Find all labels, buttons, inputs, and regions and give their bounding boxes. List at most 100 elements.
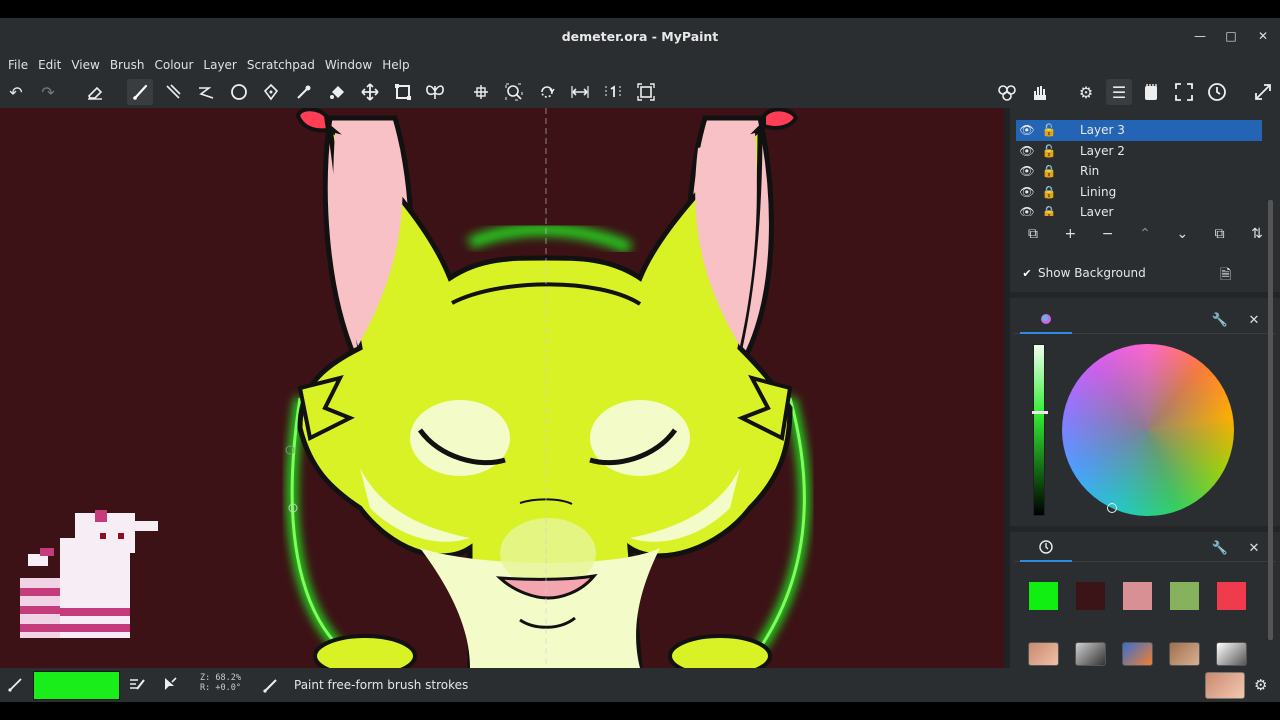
- eraser-mode-icon[interactable]: [82, 79, 108, 105]
- locked-icon[interactable]: 🔒: [1038, 205, 1060, 216]
- menu-layer[interactable]: Layer: [198, 58, 241, 72]
- menu-window[interactable]: Window: [320, 58, 377, 72]
- current-colour-swatch[interactable]: [33, 671, 120, 700]
- side-dock: 👁 🔓 Layer 3 👁 🔓 Layer 2 👁 🔒 Rin 👁 🔒 Lini…: [1010, 108, 1280, 668]
- minimize-button[interactable]: —: [1184, 18, 1216, 54]
- layer-name: Layer 2: [1080, 143, 1125, 158]
- colour-wheel[interactable]: [1062, 344, 1234, 516]
- visibility-eye-icon[interactable]: 👁: [1016, 164, 1038, 178]
- fit-view-icon[interactable]: [633, 79, 659, 105]
- recent-brush-2[interactable]: [1075, 642, 1106, 666]
- panel-scrollbar[interactable]: [1268, 200, 1273, 640]
- close-colour-panel-icon[interactable]: ✕: [1244, 310, 1264, 330]
- pan-view-icon[interactable]: [468, 79, 494, 105]
- menu-help[interactable]: Help: [377, 58, 414, 72]
- brush-settings-icon[interactable]: [994, 79, 1020, 105]
- frame-tool-icon[interactable]: [390, 79, 416, 105]
- colour-picker-icon[interactable]: [291, 79, 317, 105]
- maximize-button[interactable]: □: [1215, 18, 1247, 54]
- fill-tool-icon[interactable]: [324, 79, 350, 105]
- recent-colour-2[interactable]: [1076, 582, 1105, 610]
- recent-colour-4[interactable]: [1170, 582, 1199, 610]
- freehand-brush-icon[interactable]: [127, 79, 153, 105]
- layer-row-lining[interactable]: 👁 🔒 Lining: [1016, 182, 1262, 203]
- lines-tool-icon[interactable]: [160, 79, 186, 105]
- fullscreen-icon[interactable]: [1171, 79, 1197, 105]
- value-slider[interactable]: [1032, 344, 1048, 516]
- move-layer-icon[interactable]: [357, 79, 383, 105]
- unlocked-icon[interactable]: 🔓: [1038, 123, 1060, 137]
- locked-icon[interactable]: 🔒: [1038, 164, 1060, 178]
- recent-brush-1[interactable]: [1028, 642, 1059, 666]
- screen-bottom-strip: [0, 702, 1280, 720]
- layer-row-layer[interactable]: 👁 🔒 Layer: [1016, 202, 1262, 216]
- rotation-readout: R: +0.0°: [200, 683, 241, 693]
- preferences-gear-icon[interactable]: ⚙: [1073, 79, 1099, 105]
- current-brush-thumbnail[interactable]: [1205, 672, 1245, 699]
- move-layer-down-icon[interactable]: ⌄: [1169, 222, 1195, 246]
- recent-colour-3[interactable]: [1123, 582, 1152, 610]
- undo-icon[interactable]: ↶: [3, 79, 29, 105]
- colour-wheel-marker: [1107, 503, 1117, 513]
- move-layer-up-icon[interactable]: ⌃: [1132, 222, 1158, 246]
- locked-icon[interactable]: 🔒: [1038, 185, 1060, 199]
- close-history-panel-icon[interactable]: ✕: [1244, 538, 1264, 558]
- input-device-icon[interactable]: ⚙: [1254, 676, 1267, 694]
- panel-separator: [1010, 526, 1280, 532]
- recent-brush-5[interactable]: [1216, 642, 1247, 666]
- recent-brush-4[interactable]: [1169, 642, 1200, 666]
- layer-row-rin[interactable]: 👁 🔒 Rin: [1016, 161, 1262, 182]
- freehand-status-icon: [262, 677, 278, 696]
- checkbox-checked-icon[interactable]: ✔: [1020, 266, 1034, 280]
- layer-row-layer-3[interactable]: 👁 🔓 Layer 3: [1016, 120, 1262, 141]
- menu-colour[interactable]: Colour: [149, 58, 198, 72]
- symmetry-icon[interactable]: [422, 79, 448, 105]
- visibility-eye-icon[interactable]: 👁: [1016, 144, 1038, 158]
- background-chooser-icon[interactable]: 🗎: [1220, 264, 1231, 288]
- menu-view[interactable]: View: [66, 58, 104, 72]
- drawing-canvas[interactable]: [0, 108, 1004, 668]
- visibility-eye-icon[interactable]: 👁: [1016, 205, 1038, 216]
- unlocked-icon[interactable]: 🔓: [1038, 144, 1060, 158]
- panel-separator: [1010, 292, 1280, 298]
- layer-properties-icon[interactable]: ⇅: [1244, 222, 1270, 246]
- redo-icon[interactable]: ↷: [35, 79, 61, 105]
- ellipse-tool-icon[interactable]: [226, 79, 252, 105]
- duplicate-layer-icon[interactable]: ⧉: [1207, 222, 1233, 246]
- recent-colour-1[interactable]: [1029, 582, 1058, 610]
- recent-brush-3[interactable]: [1122, 642, 1153, 666]
- visibility-eye-icon[interactable]: 👁: [1016, 185, 1038, 199]
- remove-layer-icon[interactable]: −: [1095, 222, 1121, 246]
- scratchpad-icon[interactable]: [1138, 79, 1164, 105]
- menu-edit[interactable]: Edit: [33, 58, 66, 72]
- colour-wheel-tab[interactable]: [1020, 306, 1072, 334]
- pick-context-icon[interactable]: [162, 676, 178, 695]
- layer-row-layer-2[interactable]: 👁 🔓 Layer 2: [1016, 141, 1262, 162]
- zoom-view-icon[interactable]: [501, 79, 527, 105]
- new-layer-group-icon[interactable]: ⧉: [1020, 222, 1046, 246]
- visibility-eye-icon[interactable]: 👁: [1016, 123, 1038, 137]
- brush-editor-icon[interactable]: [128, 676, 146, 695]
- mirror-view-icon[interactable]: [567, 79, 593, 105]
- history-clock-icon[interactable]: [1204, 79, 1230, 105]
- expand-icon[interactable]: [1250, 79, 1276, 105]
- show-background-toggle[interactable]: ✔ Show Background: [1020, 266, 1145, 280]
- layer-actions: ⧉ + − ⌃ ⌄ ⧉ ⇅: [1020, 222, 1270, 246]
- connected-lines-icon[interactable]: [193, 79, 219, 105]
- brush-icon[interactable]: [7, 676, 23, 695]
- close-window-button[interactable]: ✕: [1247, 18, 1279, 54]
- ink-tool-icon[interactable]: [258, 79, 284, 105]
- menu-scratchpad[interactable]: Scratchpad: [242, 58, 320, 72]
- history-tab[interactable]: [1020, 534, 1072, 562]
- rotate-view-icon[interactable]: [534, 79, 560, 105]
- colour-options-icon[interactable]: 🔧: [1210, 310, 1230, 330]
- menu-file[interactable]: File: [3, 58, 33, 72]
- reset-zoom-icon[interactable]: [600, 79, 626, 105]
- recent-colour-5[interactable]: [1217, 582, 1246, 610]
- history-options-icon[interactable]: 🔧: [1210, 538, 1230, 558]
- value-slider-handle[interactable]: [1032, 411, 1048, 414]
- main-menu-icon[interactable]: ☰: [1106, 79, 1132, 105]
- brushes-icon[interactable]: [1027, 79, 1053, 105]
- menu-brush[interactable]: Brush: [105, 58, 150, 72]
- add-layer-icon[interactable]: +: [1057, 222, 1083, 246]
